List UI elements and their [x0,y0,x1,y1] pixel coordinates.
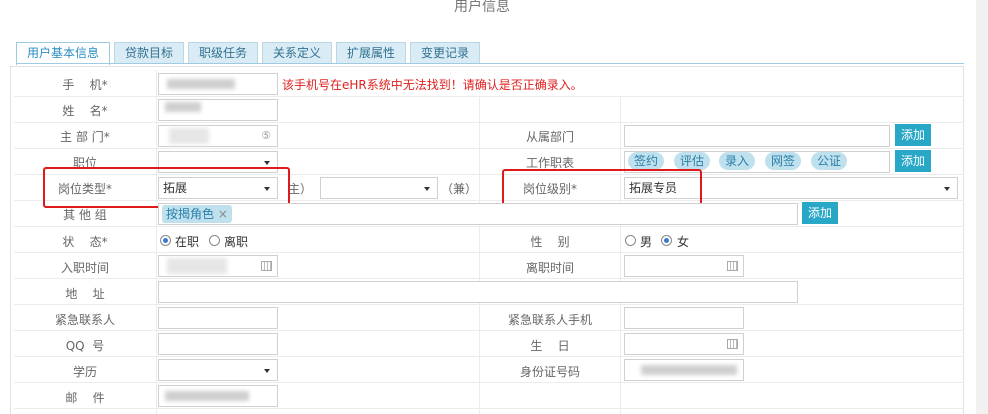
phone-input[interactable] [158,73,278,95]
calendar-icon[interactable] [727,261,738,271]
tab-extended-attrs[interactable]: 扩展属性 [336,42,406,64]
qq-label: QQ 号 [65,339,105,353]
emergency-contact-input[interactable] [158,307,278,329]
chevron-down-icon [944,187,950,191]
page-title: 用户信息 [454,0,510,15]
tab-divider [16,63,964,64]
education-label: 学历 [72,365,97,379]
gender-label: 性 别 [530,235,570,249]
tab-relation[interactable]: 关系定义 [262,42,332,64]
part-time-type-select[interactable] [320,177,438,199]
work-table-chip[interactable]: 公证 [811,152,848,170]
email-input[interactable] [158,385,278,407]
add-sub-dept-button[interactable]: 添加 [895,124,931,146]
work-table-chip[interactable]: 录入 [719,152,756,170]
gender-radio-female[interactable] [661,235,672,246]
birthday-label: 生 日 [530,339,570,353]
tab-rank-task[interactable]: 职级任务 [188,42,258,64]
email-label: 邮 件 [65,391,105,405]
status-radio-active[interactable] [160,235,171,246]
gender-option-female[interactable]: 女 [677,233,689,250]
work-table-chip[interactable]: 评估 [674,152,711,170]
phone-error-message: 该手机号在eHR系统中无法找到！请确认是否正确录入。 [282,78,583,92]
highlight-box-position-level [502,169,702,207]
emergency-phone-label: 紧急联系人手机 [507,313,592,327]
emergency-phone-input[interactable] [624,307,744,329]
gender-radio-male[interactable] [625,235,636,246]
id-card-input[interactable] [624,359,744,381]
chevron-down-icon [264,161,270,165]
status-option-left[interactable]: 离职 [224,233,248,250]
sub-dept-label: 从属部门 [525,130,574,144]
page-scrollbar[interactable] [976,0,988,414]
chevron-down-icon [424,187,430,191]
other-group-chip[interactable]: 按揭角色 × [162,205,232,223]
address-label: 地 址 [65,287,105,301]
join-date-input[interactable] [158,255,278,277]
other-group-label: 其 他 组 [63,208,107,222]
address-input[interactable] [158,281,798,303]
main-suffix-label: 主） [288,182,313,196]
phone-label: 手 机* [62,78,108,92]
sub-dept-input[interactable] [624,125,890,147]
chevron-down-icon [264,369,270,373]
status-label: 状 态* [62,235,108,249]
main-dept-label: 主 部 门* [60,130,110,144]
main-dept-input[interactable]: ⑤ [158,125,278,147]
name-label: 姓 名* [62,104,108,118]
tab-change-log[interactable]: 变更记录 [410,42,480,64]
tab-basic-info[interactable]: 用户基本信息 [16,42,110,65]
highlight-box-position-type [43,167,290,208]
gender-option-male[interactable]: 男 [640,233,652,250]
qq-input[interactable] [158,333,278,355]
calendar-icon[interactable] [727,339,738,349]
leave-date-input[interactable] [624,255,744,277]
status-radio-left[interactable] [209,235,220,246]
name-input[interactable] [158,99,278,121]
birthday-input[interactable] [624,333,744,355]
calendar-icon[interactable] [261,261,272,271]
add-other-group-button[interactable]: 添加 [802,202,838,224]
add-work-table-button[interactable]: 添加 [895,150,931,172]
status-option-active[interactable]: 在职 [175,233,199,250]
join-date-label: 入职时间 [60,261,109,275]
other-group-input[interactable] [158,203,798,225]
leave-date-label: 离职时间 [525,261,574,275]
remove-chip-icon[interactable]: × [218,207,228,221]
dept-picker-icon[interactable]: ⑤ [261,126,271,146]
education-select[interactable] [158,359,278,381]
id-card-label: 身份证号码 [519,365,580,379]
work-table-chip[interactable]: 网签 [765,152,802,170]
work-table-chip[interactable]: 签约 [628,152,665,170]
tab-loan-target[interactable]: 贷款目标 [114,42,184,64]
part-suffix-label: （兼） [441,182,478,196]
emergency-contact-label: 紧急联系人 [54,313,115,327]
